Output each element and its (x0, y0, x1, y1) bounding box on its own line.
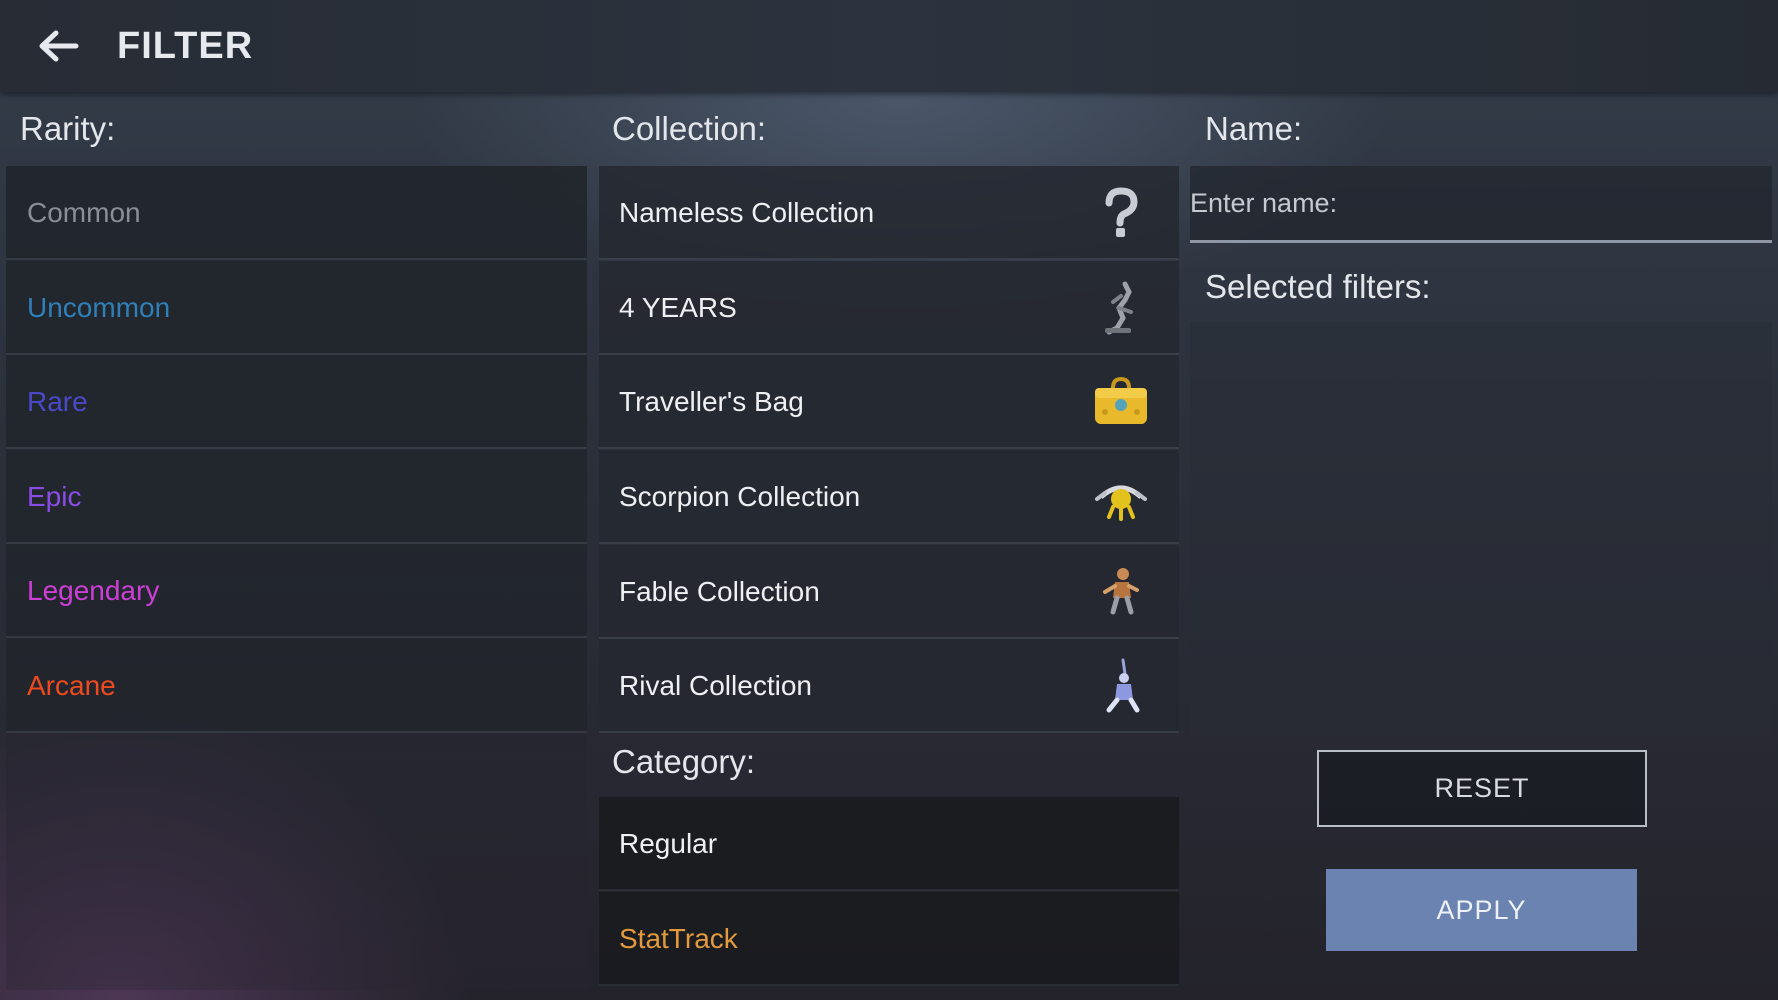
selected-filters-heading: Selected filters: (1205, 268, 1431, 305)
apply-button[interactable]: APPLY (1326, 869, 1637, 951)
rarity-label-rare: Rare (27, 386, 88, 417)
top-bar: FILTER (0, 0, 1778, 92)
gray-figure-icon (1105, 281, 1133, 335)
rarity-item-legendary[interactable]: Legendary (6, 544, 587, 638)
collection-item-rival[interactable]: Rival Collection (599, 639, 1179, 733)
collection-label: Nameless Collection (619, 197, 875, 228)
category-item-regular[interactable]: Regular (599, 797, 1179, 891)
scorpion-icon (1095, 485, 1147, 521)
selected-filters-list (1190, 322, 1772, 736)
rarity-heading: Rarity: (20, 110, 116, 147)
category-label-stattrack: StatTrack (619, 923, 738, 954)
fable-figure-icon (1103, 568, 1139, 615)
rarity-panel: Common Uncommon Rare Epic Legendary Arca… (6, 166, 587, 990)
name-input[interactable] (1190, 166, 1772, 243)
rarity-label-arcane: Arcane (27, 670, 116, 701)
collection-item-travellers-bag[interactable]: Traveller's Bag (599, 355, 1179, 449)
rarity-item-common[interactable]: Common (6, 166, 587, 260)
rarity-item-uncommon[interactable]: Uncommon (6, 261, 587, 355)
back-button[interactable] (30, 20, 86, 72)
collection-label: Traveller's Bag (619, 386, 804, 417)
collection-heading: Collection: (612, 110, 767, 147)
rival-figure-icon (1106, 658, 1140, 713)
collection-item-nameless[interactable]: Nameless Collection (599, 166, 1179, 260)
rarity-label-common: Common (27, 197, 141, 228)
collection-item-4-years[interactable]: 4 YEARS (599, 261, 1179, 355)
category-heading: Category: (612, 743, 756, 780)
bag-icon (1095, 376, 1147, 424)
collection-label: Scorpion Collection (619, 481, 861, 512)
rarity-item-epic[interactable]: Epic (6, 450, 587, 544)
collection-label: Fable Collection (619, 576, 820, 607)
collection-item-scorpion[interactable]: Scorpion Collection (599, 450, 1179, 544)
rarity-label-legendary: Legendary (27, 575, 160, 606)
page-title: FILTER (117, 25, 254, 67)
reset-button[interactable]: RESET (1317, 750, 1647, 827)
question-mark-icon (1105, 187, 1138, 237)
arrow-left-icon (39, 30, 79, 62)
category-item-stattrack[interactable]: StatTrack (599, 892, 1179, 986)
rarity-label-epic: Epic (27, 481, 82, 512)
name-heading: Name: (1205, 110, 1303, 147)
collection-label: Rival Collection (619, 670, 812, 701)
collection-label: 4 YEARS (619, 292, 737, 323)
rarity-label-uncommon: Uncommon (27, 292, 171, 323)
category-label-regular: Regular (619, 828, 718, 859)
rarity-item-rare[interactable]: Rare (6, 355, 587, 449)
collection-item-fable[interactable]: Fable Collection (599, 545, 1179, 639)
rarity-item-arcane[interactable]: Arcane (6, 639, 587, 733)
